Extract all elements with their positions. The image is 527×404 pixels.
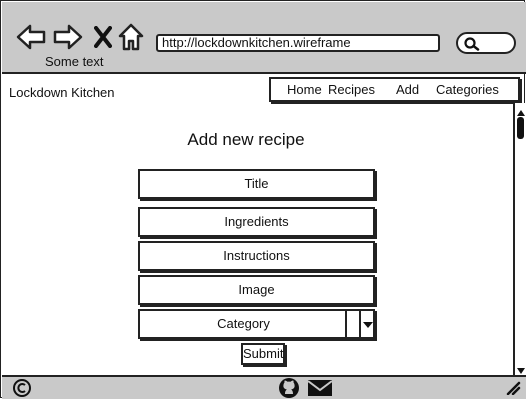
dropdown-toggle[interactable] [345,309,375,339]
arrow-right-icon[interactable] [53,24,83,50]
browser-footer [2,375,526,399]
main-nav: Home Recipes Add Categories [269,77,520,102]
home-icon[interactable] [118,23,144,51]
close-icon[interactable] [94,26,112,48]
ingredients-field[interactable]: Ingredients [138,207,375,237]
category-select-label: Category [217,316,270,331]
submit-button[interactable]: Submit [241,343,285,365]
browser-window: Some text http://lockdownkitchen.wirefra… [0,0,526,399]
category-select[interactable]: Category [138,309,375,339]
search-icon [464,37,480,56]
nav-item-categories[interactable]: Categories [436,82,499,97]
scrollbar-thumb[interactable] [517,117,524,139]
nav-item-add[interactable]: Add [396,82,419,97]
resize-grip-icon[interactable] [505,381,521,400]
browser-toolbar: Some text http://lockdownkitchen.wirefra… [2,2,526,74]
form-heading: Add new recipe [187,130,305,149]
nav-item-recipes[interactable]: Recipes [328,82,375,97]
scroll-up-arrow-icon[interactable] [516,105,526,116]
copyright-icon [12,378,32,403]
search-input[interactable] [456,32,516,54]
nav-item-home[interactable]: Home [287,82,322,97]
scroll-down-arrow-icon[interactable] [516,363,526,374]
vertical-scrollbar[interactable] [513,103,526,375]
url-input[interactable]: http://lockdownkitchen.wireframe [156,34,440,52]
status-text: Some text [45,54,104,69]
site-title: Lockdown Kitchen [9,85,115,100]
instructions-field[interactable]: Instructions [138,241,375,271]
arrow-left-icon[interactable] [16,24,46,50]
chevron-down-icon [363,322,373,328]
image-field[interactable]: Image [138,275,375,305]
title-field[interactable]: Title [138,169,375,199]
select-divider [359,311,361,337]
mail-icon[interactable] [307,379,333,402]
